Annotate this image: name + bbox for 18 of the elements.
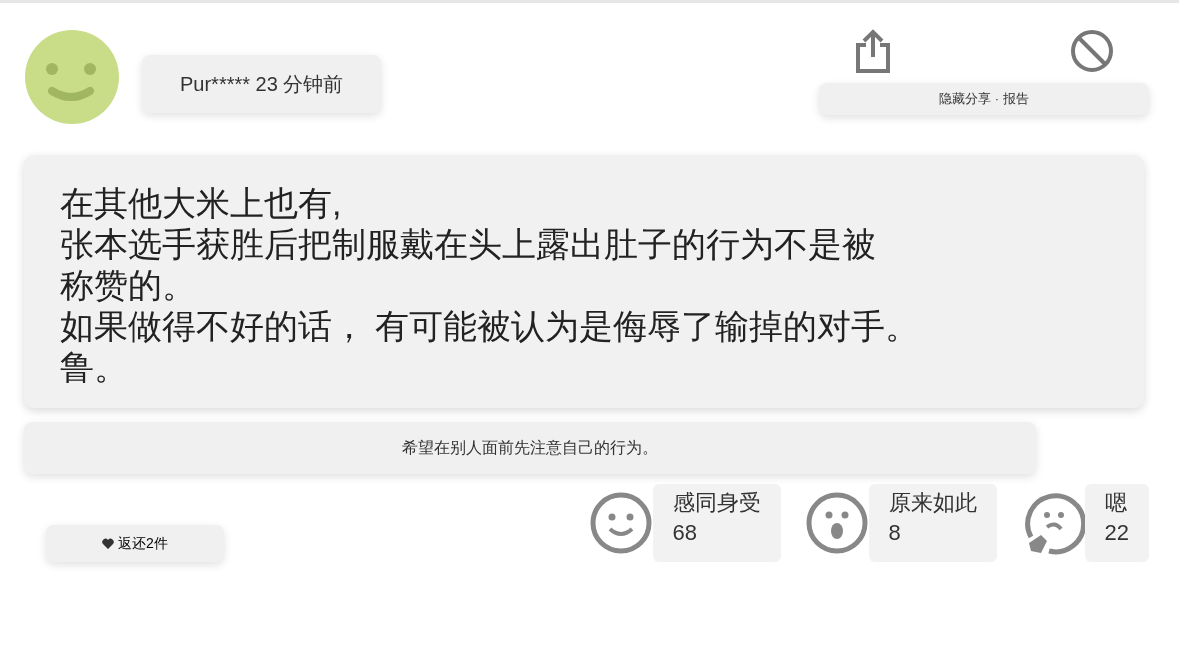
surprised-face-icon[interactable] [804,491,869,555]
comment-line: 张本选手获胜后把制服戴在头上露出肚子的行为不是被 [60,224,877,265]
reaction-button[interactable]: 嗯 22 [1084,484,1149,562]
avatar-smiley-icon [24,29,120,125]
author-and-time: Pur***** 23 分钟前 [142,55,382,113]
quoted-reply: 希望在别人面前先注意自己的行为。 [24,422,1036,474]
comment-line: 称赞的。 [60,265,197,306]
comment-line: 在其他大米上也有, [60,183,343,224]
block-icon[interactable] [1070,29,1114,73]
smile-face-icon[interactable] [588,491,653,555]
heart-icon [102,538,115,549]
comment-line: 鲁。 [60,347,129,388]
share-icon[interactable] [854,29,892,75]
reaction-button[interactable]: 原来如此 8 [868,484,997,562]
comment-line: 如果做得不好的话， 有可能被认为是侮辱了输掉的对手。 [60,306,921,347]
replies-button[interactable]: 返还2件 [46,525,224,562]
hide-share-report-link[interactable]: 隐藏分享 · 报告 [819,83,1149,115]
reaction-button[interactable]: 感同身受 68 [652,484,781,562]
